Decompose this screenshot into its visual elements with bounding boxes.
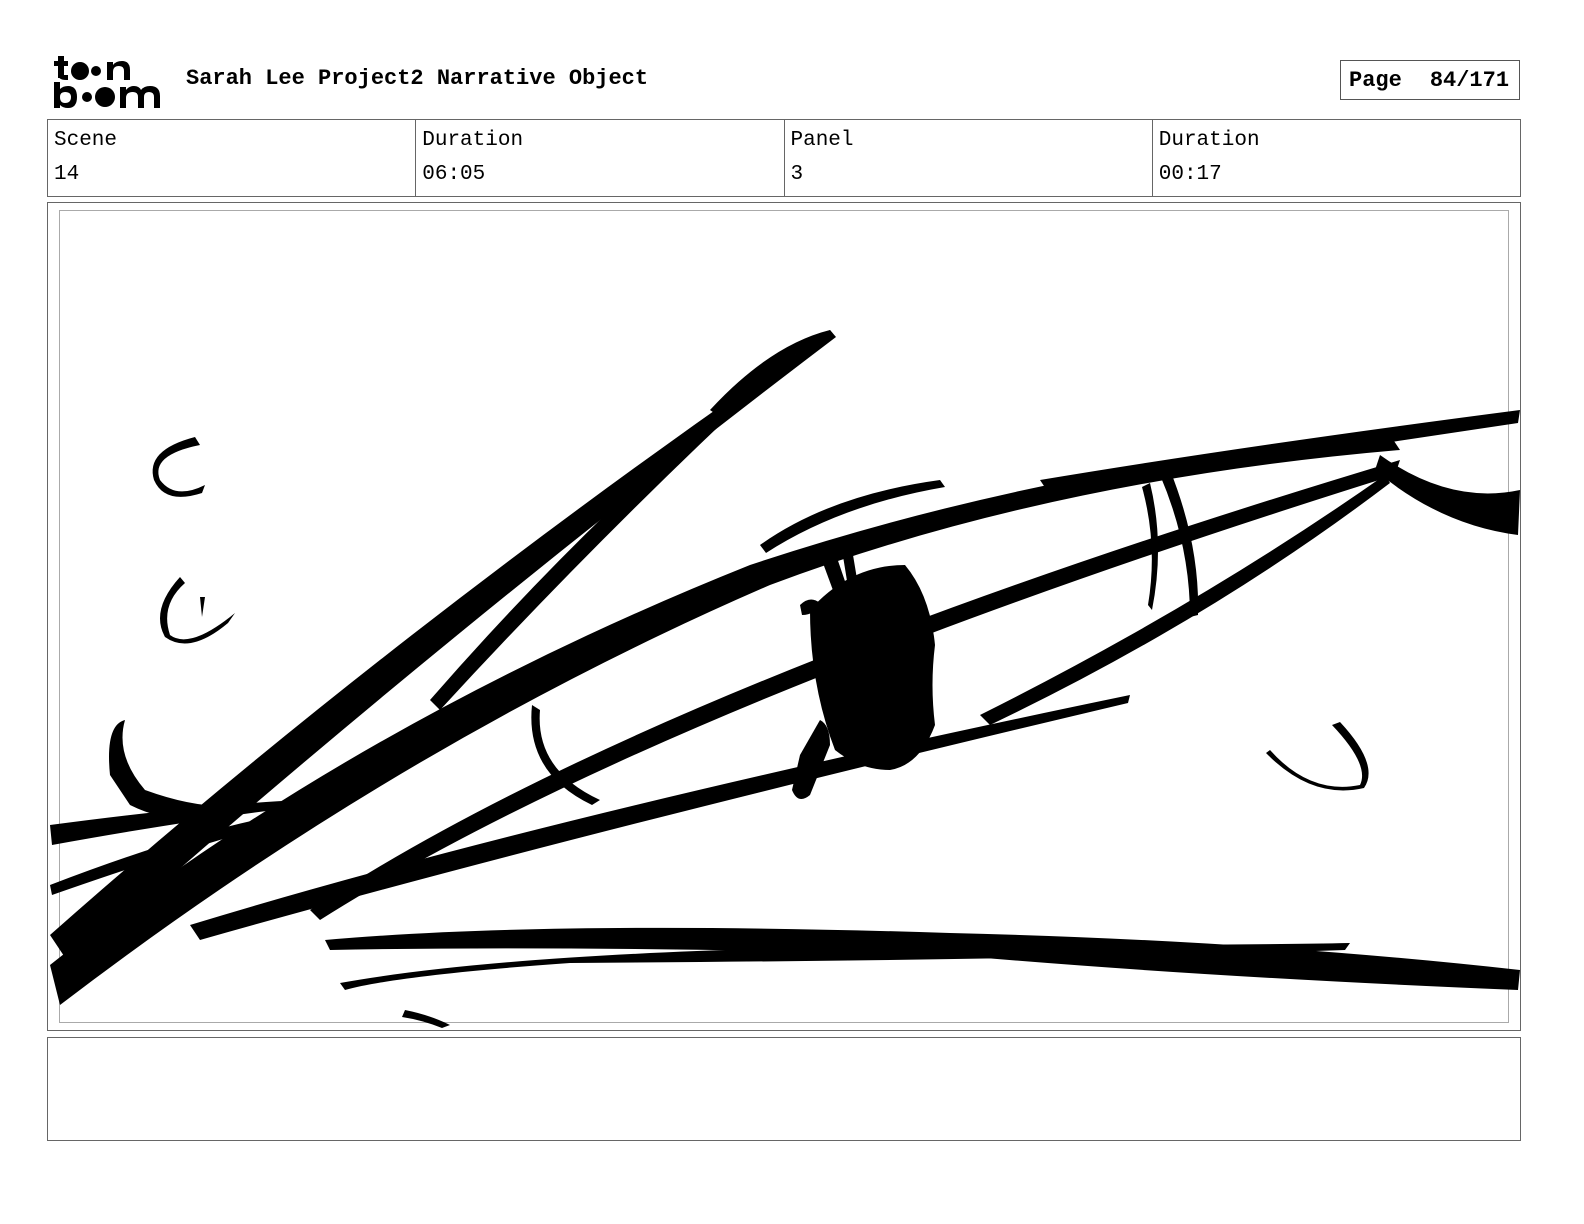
eye-sketch-drawing	[50, 330, 1520, 1028]
panel-cell: Panel 3	[783, 120, 1152, 196]
panel-duration-cell: Duration 00:17	[1151, 120, 1520, 196]
scene-info-table: Scene 14 Duration 06:05 Panel 3 Duration…	[47, 119, 1521, 197]
page-number: 84/171	[1429, 67, 1510, 93]
scene-duration-cell: Duration 06:05	[415, 120, 783, 196]
scene-cell: Scene 14	[48, 120, 415, 196]
panel-duration-value: 00:17	[1158, 163, 1222, 186]
page-label: Page	[1349, 67, 1402, 93]
page-indicator: Page 84/171	[1340, 60, 1520, 100]
panel-label: Panel	[790, 129, 854, 152]
scene-duration-label: Duration	[422, 129, 524, 152]
toonboom-logo	[54, 56, 160, 108]
panel-notes-box	[47, 1037, 1521, 1141]
scene-value: 14	[54, 163, 80, 186]
project-title: Sarah Lee Project2 Narrative Object	[186, 66, 649, 91]
scene-label: Scene	[54, 129, 118, 152]
panel-value: 3	[790, 163, 804, 186]
scene-duration-value: 06:05	[422, 163, 486, 186]
panel-duration-label: Duration	[1158, 129, 1260, 152]
